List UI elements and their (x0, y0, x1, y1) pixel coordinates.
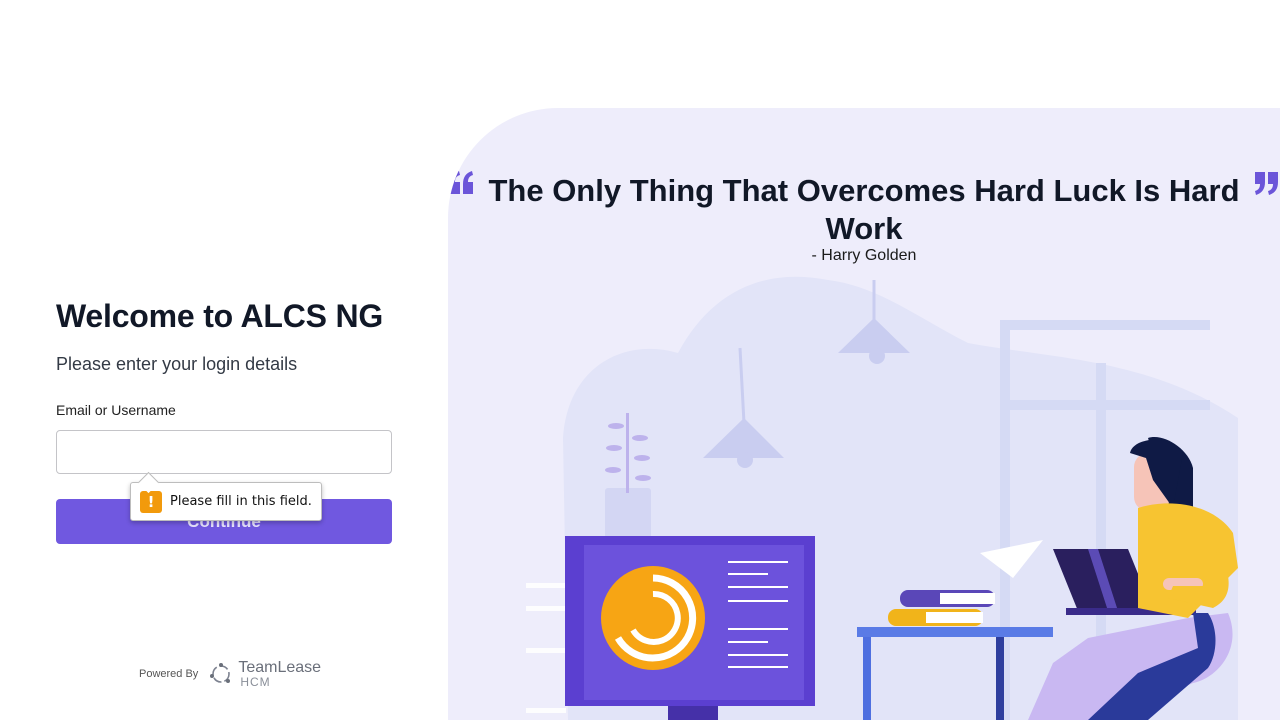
quote-author: - Harry Golden (811, 247, 917, 264)
teamlease-logo: TeamLease HCM (208, 660, 321, 688)
email-field[interactable] (56, 430, 392, 474)
validation-message: Please fill in this field. (170, 494, 312, 509)
login-panel: Welcome to ALCS NG Please enter your log… (0, 0, 448, 720)
quote-open-icon (450, 171, 473, 194)
powered-by: Powered By TeamLease HCM (139, 660, 321, 689)
quote-panel: The Only Thing That Overcomes Hard Luck … (448, 108, 1280, 720)
warning-icon: ! (140, 490, 162, 513)
quote-close-icon (1255, 172, 1278, 195)
login-subtitle: Please enter your login details (56, 354, 298, 374)
brand-name: TeamLease (238, 659, 322, 676)
teamlease-logo-icon (210, 663, 231, 683)
brand-sub: HCM (240, 675, 271, 689)
validation-tooltip: ! Please fill in this field. (130, 471, 322, 521)
email-field-label: Email or Username (56, 402, 176, 418)
page-title: Welcome to ALCS NG (56, 298, 384, 334)
quote-text: The Only Thing That Overcomes Hard Luck … (488, 173, 1240, 246)
powered-by-label: Powered By (139, 668, 199, 680)
tooltip-arrow (137, 471, 160, 494)
